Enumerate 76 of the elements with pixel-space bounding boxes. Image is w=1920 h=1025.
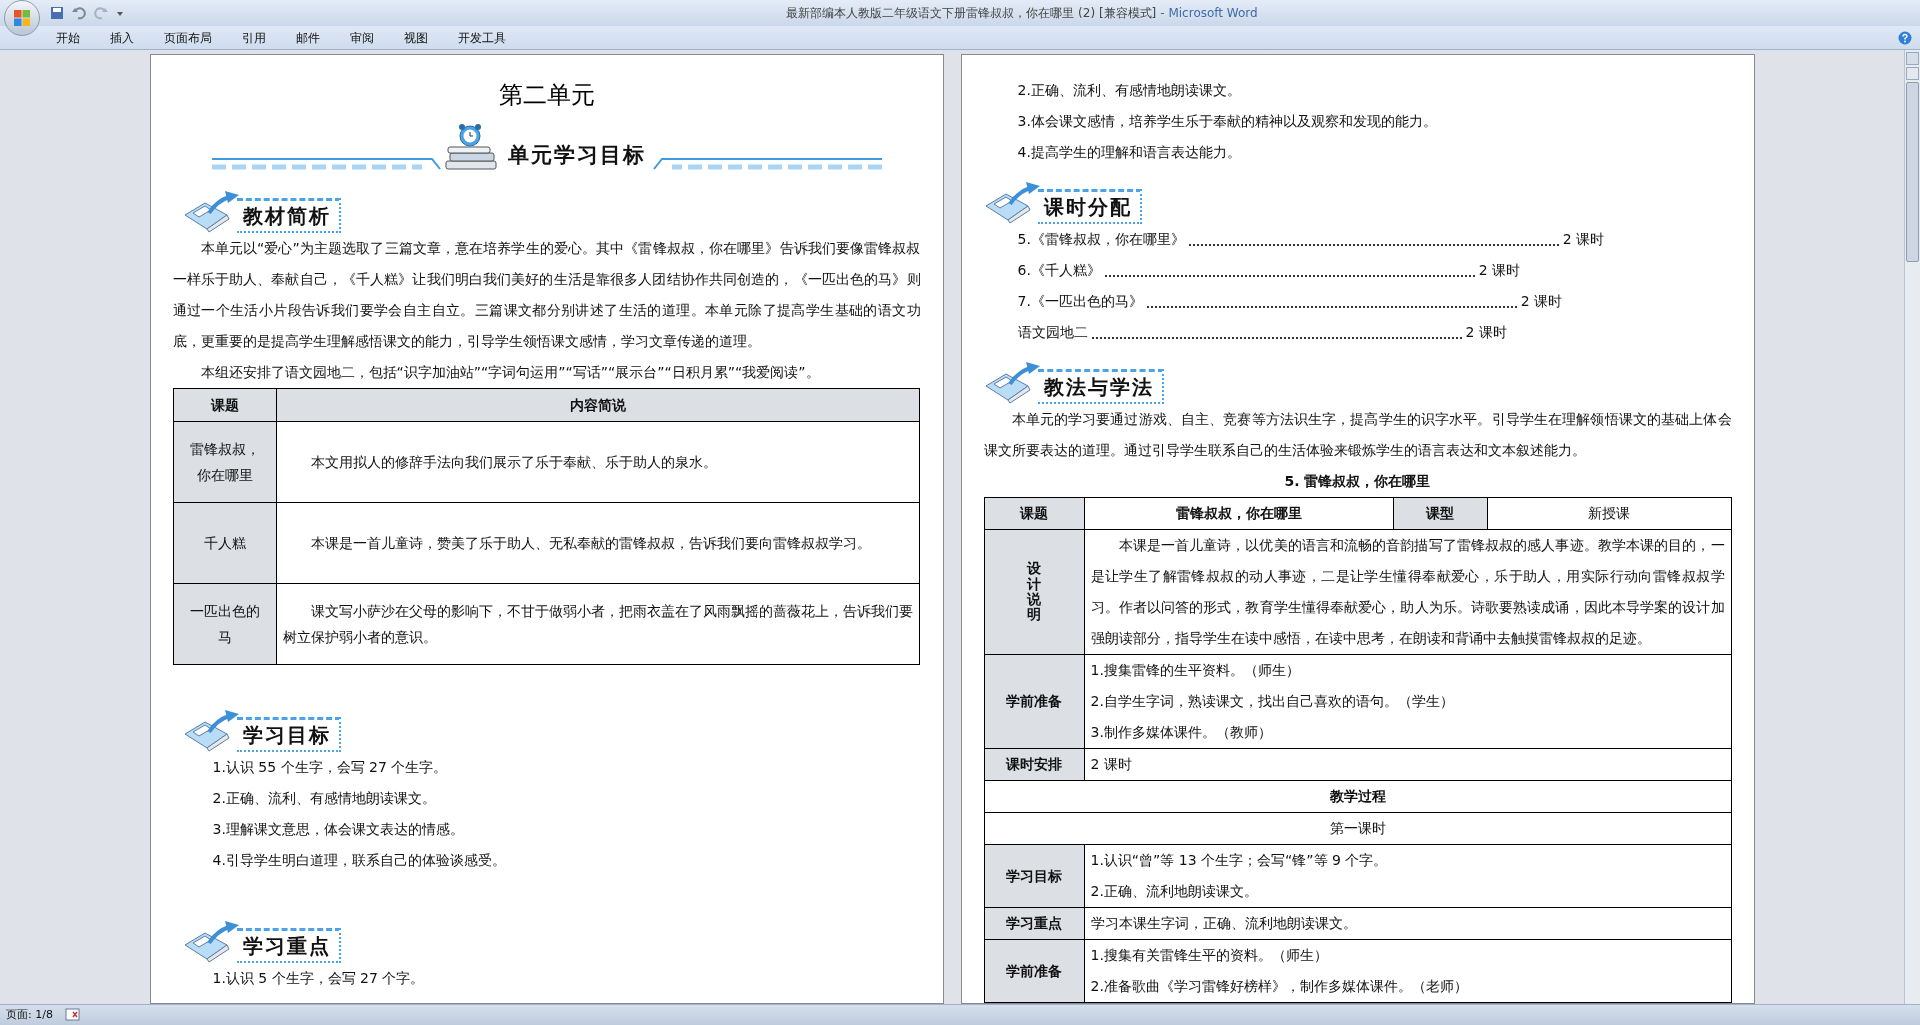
- ribbon-tab[interactable]: 邮件: [294, 28, 322, 47]
- toc-label: 语文园地二: [1017, 323, 1088, 342]
- table-cell: 学前准备: [984, 939, 1084, 1003]
- table-cell: 课题: [173, 388, 276, 422]
- table-cell: 课文写小萨沙在父母的影响下，不甘于做弱小者，把雨衣盖在了风雨飘摇的蔷薇花上，告诉我们要树立保护弱小者的意识。: [276, 583, 919, 665]
- table-cell: 内容简说: [276, 388, 919, 422]
- banner-heading: 单元学习目标: [506, 141, 647, 169]
- table-cell: 一匹出色的 马: [173, 583, 276, 665]
- list-item: 1.认识 55 个生字，会写 27 个生字。: [212, 759, 448, 775]
- table-cell: 新授课: [1487, 497, 1731, 530]
- ribbon-tab[interactable]: 视图: [402, 28, 430, 47]
- ribbon-tab[interactable]: 页面布局: [162, 28, 214, 47]
- help-icon[interactable]: [1898, 30, 1912, 45]
- table-cell: 1.搜集有关雷锋生平的资料。（师生） 2.准备歌曲《学习雷锋好榜样》，制作多媒体课件。（老师）: [1084, 939, 1731, 1003]
- toc-value: 2 课时: [1478, 261, 1521, 280]
- app-name: - Microsoft Word: [1160, 5, 1258, 22]
- lesson-title: 5. 雷锋叔叔，你在哪里: [1284, 472, 1431, 491]
- list-item: 1.认识 5 个生字，会写 27 个字。: [212, 970, 425, 986]
- table-cell: 课型: [1393, 497, 1487, 530]
- scroll-up-button[interactable]: [1906, 67, 1919, 80]
- toc-value: 2 课时: [1562, 230, 1605, 249]
- document-title: 第二单元: [498, 80, 595, 111]
- redo-icon[interactable]: [94, 6, 108, 20]
- table-cell: 教学过程: [984, 780, 1731, 813]
- ribbon-tab[interactable]: 开发工具: [456, 28, 508, 47]
- section-heading: 教法与学法: [1037, 369, 1164, 404]
- toc-label: 5.《雷锋叔叔，你在哪里》: [1017, 230, 1185, 249]
- page-indicator[interactable]: 页面: 1/8: [6, 1006, 53, 1024]
- toc-label: 7.《一匹出色的马》: [1017, 292, 1143, 311]
- toc-value: 2 课时: [1465, 323, 1507, 342]
- table-cell: 设计说明: [984, 529, 1084, 655]
- table-cell: 雷锋叔叔， 你在哪里: [173, 421, 276, 503]
- ruler-toggle-button[interactable]: [1906, 52, 1919, 65]
- ribbon-tab[interactable]: 插入: [108, 28, 136, 47]
- save-icon[interactable]: [50, 6, 64, 20]
- window-title: 最新部编本人教版二年级语文下册雷锋叔叔，你在哪里 (2) [兼容模式]: [786, 5, 1157, 22]
- office-button[interactable]: [4, 0, 40, 36]
- ribbon-tab[interactable]: 开始: [54, 28, 82, 47]
- toc-label: 6.《千人糕》: [1017, 261, 1101, 280]
- ribbon-tab[interactable]: 引用: [240, 28, 268, 47]
- table-cell: 本文用拟人的修辞手法向我们展示了乐于奉献、乐于助人的泉水。: [276, 421, 919, 503]
- table-cell: 学前准备: [984, 654, 1084, 749]
- caret-icon[interactable]: [116, 9, 124, 17]
- table-cell: 1.认识“曾”等 13 个生字；会写“锋”等 9 个字。 2.正确、流利地朗读课文。: [1084, 844, 1731, 908]
- section-heading: 教材简析: [236, 198, 341, 233]
- toc-value: 2 课时: [1520, 292, 1563, 311]
- undo-icon[interactable]: [72, 6, 86, 20]
- list-item: 2.正确、流利、有感情地朗读课文。: [212, 790, 436, 806]
- table-cell: 千人糕: [173, 502, 276, 584]
- list-item: 4.提高学生的理解和语言表达能力。: [1017, 144, 1241, 160]
- section-heading: 学习目标: [236, 717, 341, 752]
- ribbon-tab[interactable]: 审阅: [348, 28, 376, 47]
- table-cell: 学习重点: [984, 907, 1084, 940]
- table-cell: 学习本课生字词，正确、流利地朗读课文。: [1084, 907, 1731, 940]
- scroll-thumb[interactable]: [1906, 82, 1919, 262]
- table-cell: 2 课时: [1084, 748, 1731, 781]
- table-cell: 课时安排: [984, 748, 1084, 781]
- table-cell: 学习目标: [984, 844, 1084, 908]
- vertical-scrollbar[interactable]: [1904, 50, 1920, 1004]
- list-item: 4.引导学生明白道理，联系自己的体验谈感受。: [212, 852, 506, 868]
- table-cell: 第一课时: [984, 812, 1731, 845]
- table-cell: 本课是一首儿童诗，以优美的语言和流畅的音韵描写了雷锋叔叔的感人事迹。教学本课的目的，一是让学生了解雷锋叔叔的动人事迹，二是让学生懂得奉献爱心，乐于助人，用实际行动向雷锋叔叔学习。作者以问答的形式，教育学生懂得奉献爱心，助人为乐。诗歌要熟读成诵，因此本导学案的设计加强朗读部分，指导学生在读中感悟，在读中思考，在朗读和背诵中去触摸雷锋叔叔的足迹。: [1084, 529, 1731, 655]
- list-item: 3.理解课文意思，体会课文表达的情感。: [212, 821, 464, 837]
- table-cell: 雷锋叔叔，你在哪里: [1084, 497, 1393, 530]
- section-heading: 学习重点: [236, 928, 341, 963]
- paragraph: 本单元以“爱心”为主题选取了三篇文章，意在培养学生的爱心。其中《雷锋叔叔，你在哪里》告诉我们要像雷锋叔叔一样乐于助人、奉献自己，《千人糕》让我们明白我们美好的生活是靠很多人团结协作共同创造的，《一匹出色的马》则通过一个生活小片段告诉我们要学会自主自立。三篇课文都分别讲述了生活的道理。本单元除了提高学生基础的语文功底，更重要的是提高学生理解感悟课文的能力，引导学生领悟课文感情，学习文章传递的道理。: [172, 239, 921, 351]
- paragraph: 本组还安排了语文园地二，包括“识字加油站”“字词句运用”“写话”“展示台”“日积月累”“我爱阅读”。: [199, 363, 821, 382]
- table-cell: 本课是一首儿童诗，赞美了乐于助人、无私奉献的雷锋叔叔，告诉我们要向雷锋叔叔学习。: [276, 502, 919, 584]
- proofing-icon[interactable]: [64, 1008, 81, 1022]
- list-item: 2.正确、流利、有感情地朗读课文。: [1017, 82, 1241, 98]
- list-item: 3.体会课文感情，培养学生乐于奉献的精神以及观察和发现的能力。: [1017, 113, 1437, 129]
- section-heading: 课时分配: [1037, 189, 1142, 224]
- table-cell: 1.搜集雷锋的生平资料。（师生） 2.自学生字词，熟读课文，找出自己喜欢的语句。（学生） 3.制作多媒体课件。（教师）: [1084, 654, 1731, 749]
- paragraph: 本单元的学习要通过游戏、自主、竞赛等方法识生字，提高学生的识字水平。引导学生在理解领悟课文的基础上体会课文所要表达的道理。通过引导学生联系自己的生活体验来锻炼学生的语言表达和文本叙述能力。: [983, 410, 1732, 460]
- office-logo-icon: [13, 9, 31, 27]
- table-cell: 课题: [984, 497, 1084, 530]
